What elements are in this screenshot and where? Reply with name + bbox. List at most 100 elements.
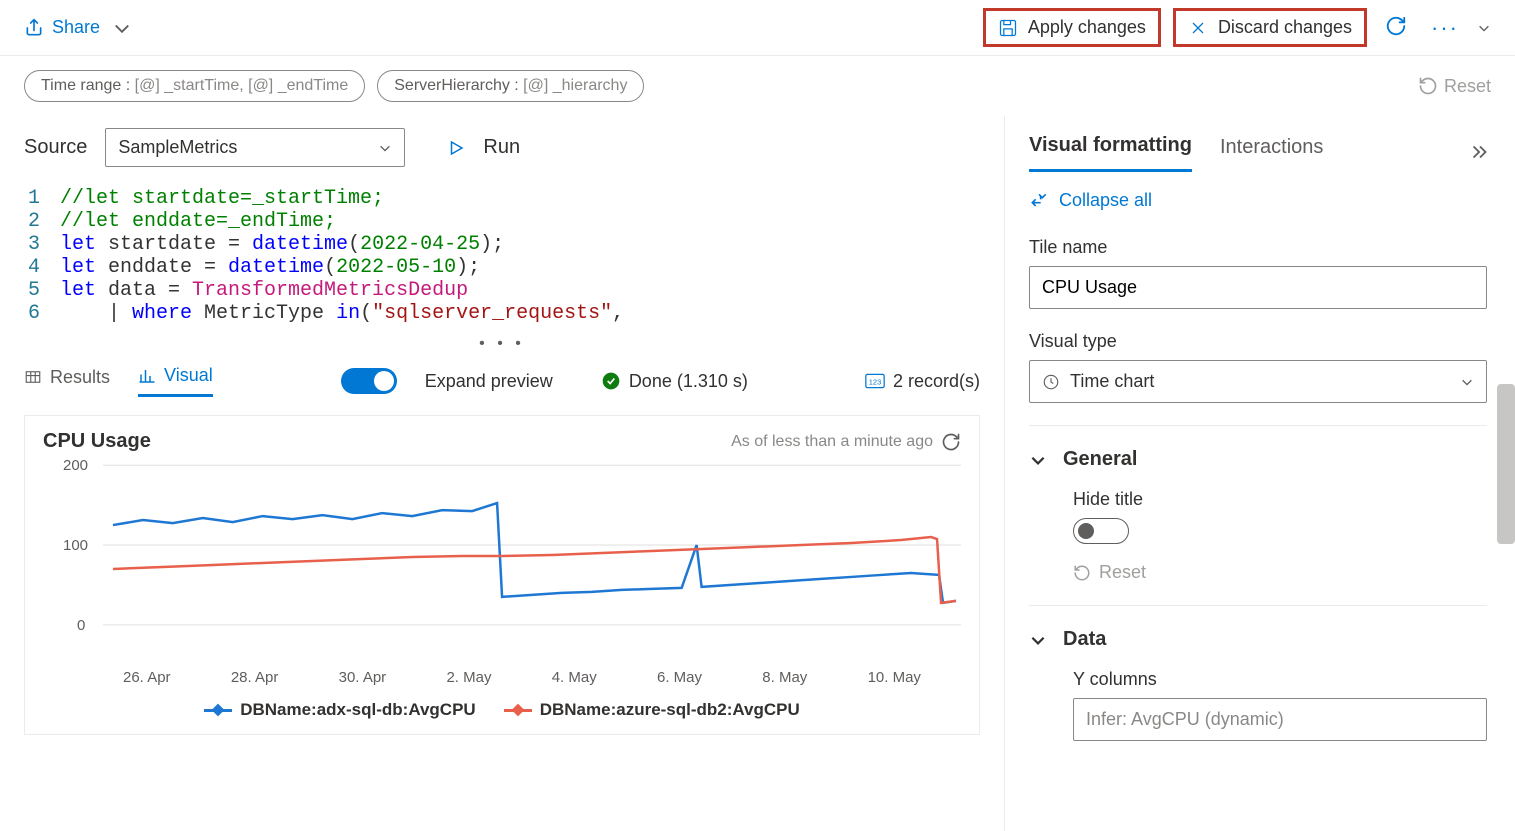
y-tick: 200 [63,457,88,474]
code-token: //let startdate=_startTime; [60,187,384,210]
tab-visual[interactable]: Visual [138,365,213,397]
discard-changes-button[interactable]: Discard changes [1173,8,1367,47]
formatting-pane: Visual formatting Interactions Collapse … [1005,116,1515,831]
section-title: General [1063,448,1137,471]
x-tick: 6. May [657,669,702,686]
tilename-label: Tile name [1029,237,1487,258]
asof-label: As of less than a minute ago [731,433,933,451]
line-number: 6 [0,302,60,325]
discard-label: Discard changes [1218,17,1352,38]
chart-title: CPU Usage [43,430,151,453]
tab-visual-formatting[interactable]: Visual formatting [1029,134,1192,172]
reset-icon [1073,564,1091,582]
collapse-icon [1029,191,1049,211]
expand-pane-button[interactable] [1469,141,1491,166]
ycolumns-label: Y columns [1073,669,1487,690]
done-label: Done (1.310 s) [629,371,748,392]
timerange-chip[interactable]: Time range : [@] _startTime, [@] _endTim… [24,70,365,102]
record-count: 123 2 record(s) [865,371,980,392]
apply-changes-button[interactable]: Apply changes [983,8,1161,47]
play-icon [447,139,465,157]
formatting-scroll[interactable]: Tile name Visual type Time chart General… [1029,229,1515,831]
line-number: 4 [0,256,60,279]
refresh-icon[interactable] [941,432,961,452]
line-number: 5 [0,279,60,302]
legend-label: DBName:adx-sql-db:AvgCPU [240,700,476,720]
query-editor[interactable]: 1//let startdate=_startTime; 2//let endd… [0,179,1004,333]
line-number: 1 [0,187,60,210]
source-value: SampleMetrics [118,137,237,158]
chevron-down-icon [1029,451,1047,469]
tab-results[interactable]: Results [24,367,110,396]
chevron-down-icon [378,141,392,155]
visualtype-value: Time chart [1070,371,1154,392]
chart-icon [138,367,156,385]
records-label: 2 record(s) [893,371,980,392]
visualtype-select[interactable]: Time chart [1029,360,1487,403]
chevron-down-icon [1029,631,1047,649]
x-tick: 2. May [446,669,491,686]
chart-plot-area[interactable]: 200 100 0 [43,459,961,669]
tab-interactions[interactable]: Interactions [1220,136,1323,171]
scrollbar-thumb[interactable] [1497,384,1515,544]
double-chevron-icon [1469,141,1491,163]
reset-label: Reset [1099,562,1146,583]
close-icon [1188,18,1208,38]
ycolumns-select[interactable]: Infer: AvgCPU (dynamic) [1073,698,1487,741]
x-tick: 26. Apr [123,669,171,686]
chevron-down-icon [112,18,132,38]
section-data[interactable]: Data [1029,605,1487,661]
filter-chip-row: Time range : [@] _startTime, [@] _endTim… [0,56,1515,116]
collapse-all-button[interactable]: Collapse all [1029,172,1515,229]
reset-section-button[interactable]: Reset [1029,562,1487,583]
legend-item[interactable]: DBName:adx-sql-db:AvgCPU [204,700,476,720]
check-icon [601,371,621,391]
collapse-label: Collapse all [1059,190,1152,211]
hierarchy-chip[interactable]: ServerHierarchy : [@] _hierarchy [377,70,644,102]
source-row: Source SampleMetrics Run [0,116,1004,179]
ycolumns-value: Infer: AvgCPU (dynamic) [1086,709,1284,730]
splitter-handle[interactable]: • • • [0,333,1004,355]
x-tick: 10. May [868,669,921,686]
more-button[interactable]: ··· [1425,9,1465,47]
line-number: 3 [0,233,60,256]
run-label: Run [483,136,520,159]
chart-legend: DBName:adx-sql-db:AvgCPU DBName:azure-sq… [43,700,961,720]
share-button[interactable]: Share [24,17,132,38]
x-tick: 30. Apr [339,669,387,686]
refresh-button[interactable] [1379,9,1413,46]
section-general[interactable]: General [1029,425,1487,481]
tilename-input[interactable] [1029,266,1487,309]
formatting-tabs: Visual formatting Interactions [1029,116,1515,172]
legend-item[interactable]: DBName:azure-sql-db2:AvgCPU [504,700,800,720]
legend-swatch-icon [504,709,532,712]
chip-value: [@] _startTime, [@] _endTime [135,77,349,94]
y-tick: 0 [77,617,85,634]
line-number: 2 [0,210,60,233]
x-axis: 26. Apr 28. Apr 30. Apr 2. May 4. May 6.… [43,669,961,686]
reset-filters-button[interactable]: Reset [1418,76,1491,97]
source-select[interactable]: SampleMetrics [105,128,405,167]
clock-icon [1042,373,1060,391]
visualtype-label: Visual type [1029,331,1487,352]
reset-icon [1418,76,1438,96]
legend-swatch-icon [204,709,232,712]
chip-label: ServerHierarchy : [394,77,523,94]
chevron-down-icon[interactable] [1477,21,1491,35]
x-tick: 4. May [552,669,597,686]
tab-label: Results [50,367,110,388]
expand-label: Expand preview [425,371,553,392]
svg-text:123: 123 [869,377,882,386]
chip-label: Time range : [41,77,135,94]
top-toolbar: Share Apply changes Discard changes ··· [0,0,1515,56]
share-icon [24,18,44,38]
reset-label: Reset [1444,76,1491,97]
section-title: Data [1063,628,1106,651]
hide-title-toggle[interactable] [1073,518,1129,544]
run-button[interactable]: Run [447,136,520,159]
chip-value: [@] _hierarchy [523,77,627,94]
results-tab-bar: Results Visual Expand preview Done (1.31… [0,355,1004,407]
expand-preview-toggle[interactable] [341,368,397,394]
share-label: Share [52,17,100,38]
code-token: //let enddate=_endTime; [60,210,336,233]
